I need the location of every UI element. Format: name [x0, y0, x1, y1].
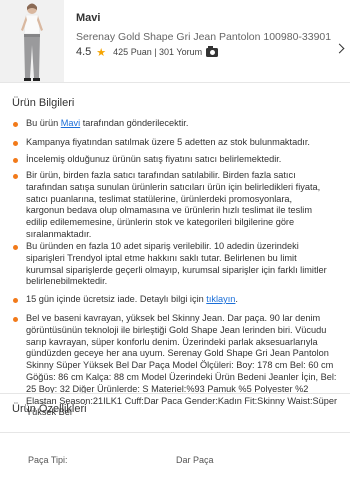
info-text-segment: Kampanya fiyatından satılmak üzere 5 ade… — [26, 137, 310, 147]
info-text-line: Bu üründen en fazla 10 adet sipariş veri… — [26, 241, 340, 253]
info-text-line: görüntüsünün teknoloji ile birleştiği Go… — [26, 325, 340, 337]
info-text-segment: belirlenebilmektedir. — [26, 276, 108, 287]
info-text-segment: tarafından satışa sunulan ürünlerin satı… — [26, 181, 321, 192]
info-text: Bu ürün Mavi tarafından gönderilecektir. — [26, 118, 340, 130]
info-text-line: kurumsal siparişlerde geçerli olmayıp, k… — [26, 265, 340, 277]
features-section-title: Ürün Özellikleri — [12, 403, 87, 415]
info-link[interactable]: tıklayın — [206, 294, 235, 304]
info-text: İncelemiş olduğunuz ürünün satış fiyatın… — [26, 154, 340, 166]
score-reviews-text: 425 Puan | 301 Yorum — [113, 47, 203, 57]
info-text-segment: Bu üründen en fazla 10 adet sipariş veri… — [26, 241, 299, 251]
info-text-segment: kargonun bedava olup olmamasına ve ürünl… — [26, 205, 312, 216]
bullet-icon — [13, 122, 18, 127]
product-name: Serenay Gold Shape Gri Jean Pantolon 100… — [76, 31, 332, 43]
info-text-segment: edilip edilememesine, ürünlerin stok ve … — [26, 217, 295, 228]
divider — [0, 82, 350, 83]
divider — [0, 393, 350, 394]
info-text-segment: sıralanmaktadır. — [26, 228, 92, 239]
info-text-segment: Bir ürün, birden fazla satıcı tarafından… — [26, 170, 296, 180]
info-text-line: İncelemiş olduğunuz ürünün satış fiyatın… — [26, 154, 340, 166]
info-text-segment: görüntüsünün teknoloji ile birleştiği Go… — [26, 324, 327, 335]
bullet-icon — [13, 245, 18, 250]
divider — [0, 432, 350, 433]
product-header[interactable]: Mavi Serenay Gold Shape Gri Jean Pantolo… — [0, 0, 350, 82]
info-link[interactable]: Mavi — [61, 118, 80, 128]
star-icon: ★ — [96, 46, 107, 59]
info-text: Bir ürün, birden fazla satıcı tarafından… — [26, 170, 340, 241]
bullet-icon — [13, 141, 18, 146]
chevron-right-icon[interactable] — [334, 43, 345, 54]
info-section-title: Ürün Bilgileri — [12, 97, 75, 109]
info-text-line: kargonun bedava olup olmamasına ve ürünl… — [26, 205, 340, 217]
info-text-segment: gündüzden geceye her ana uyum. Serenay G… — [26, 348, 329, 359]
info-text-segment: kurumsal siparişlerde geçerli olmayıp, k… — [26, 264, 327, 275]
info-text-segment: siparişleri Trendyol iptal etme hakkını … — [26, 252, 297, 263]
property-value: Dar Paça — [176, 455, 214, 465]
info-text-line: Göğüs: 86 cm Kalça: 88 cm Model Üzerinde… — [26, 372, 340, 384]
info-text-segment: . — [235, 294, 238, 304]
info-text-line: Kampanya fiyatından satılmak üzere 5 ade… — [26, 137, 340, 149]
rating-row: 4.5 ★ 425 Puan | 301 Yorum — [76, 45, 219, 59]
info-text-line: sıralanmaktadır. — [26, 229, 340, 241]
info-text: Bu üründen en fazla 10 adet sipariş veri… — [26, 241, 340, 288]
info-text-line: sarıp kavrayan, süper konforlu denim. Üz… — [26, 337, 340, 349]
info-text-segment: Bel ve baseni kavrayan, yüksek bel Skinn… — [26, 313, 321, 323]
info-text-segment: 15 gün içinde ücretsiz iade. Detaylı bil… — [26, 294, 207, 304]
product-brand: Mavi — [76, 12, 101, 24]
bullet-icon — [13, 158, 18, 163]
info-text-line: gündüzden geceye her ana uyum. Serenay G… — [26, 348, 340, 360]
info-text-segment: Göğüs: 86 cm Kalça: 88 cm Model Üzerinde… — [26, 371, 337, 382]
info-text-segment: Skinny Süper Yüksek Bel Dar Paça Model Ö… — [26, 360, 334, 371]
info-text-segment: tarafından gönderilecektir. — [80, 118, 189, 128]
info-text: Kampanya fiyatından satılmak üzere 5 ade… — [26, 137, 340, 149]
info-text-line: 15 gün içinde ücretsiz iade. Detaylı bil… — [26, 294, 340, 306]
info-text-line: edilip edilememesine, ürünlerin stok ve … — [26, 217, 340, 229]
product-thumbnail[interactable] — [0, 0, 64, 82]
info-text-segment: satıcı puanlarına, teslimat statülerine,… — [26, 193, 293, 204]
info-text-line: satıcı puanlarına, teslimat statülerine,… — [26, 194, 340, 206]
info-text: 15 gün içinde ücretsiz iade. Detaylı bil… — [26, 294, 340, 306]
bullet-icon — [13, 298, 18, 303]
info-text-line: tarafından satışa sunulan ürünlerin satı… — [26, 182, 340, 194]
info-text-line: Bel ve baseni kavrayan, yüksek bel Skinn… — [26, 313, 340, 325]
info-text-line: siparişleri Trendyol iptal etme hakkını … — [26, 253, 340, 265]
info-text-segment: İncelemiş olduğunuz ürünün satış fiyatın… — [26, 154, 282, 164]
info-text-line: Bir ürün, birden fazla satıcı tarafından… — [26, 170, 340, 182]
info-text-line: Bu ürün Mavi tarafından gönderilecektir. — [26, 118, 340, 130]
bullet-icon — [13, 174, 18, 179]
property-label: Paça Tipi: — [28, 455, 68, 465]
info-text-segment: Bu ürün — [26, 118, 61, 128]
info-text-line: Skinny Süper Yüksek Bel Dar Paça Model Ö… — [26, 360, 340, 372]
bullet-icon — [13, 317, 18, 322]
rating-value: 4.5 — [76, 46, 92, 58]
info-text-segment: sarıp kavrayan, süper konforlu denim. Üz… — [26, 336, 318, 347]
info-text-line: belirlenebilmektedir. — [26, 276, 340, 288]
camera-icon — [206, 45, 219, 57]
